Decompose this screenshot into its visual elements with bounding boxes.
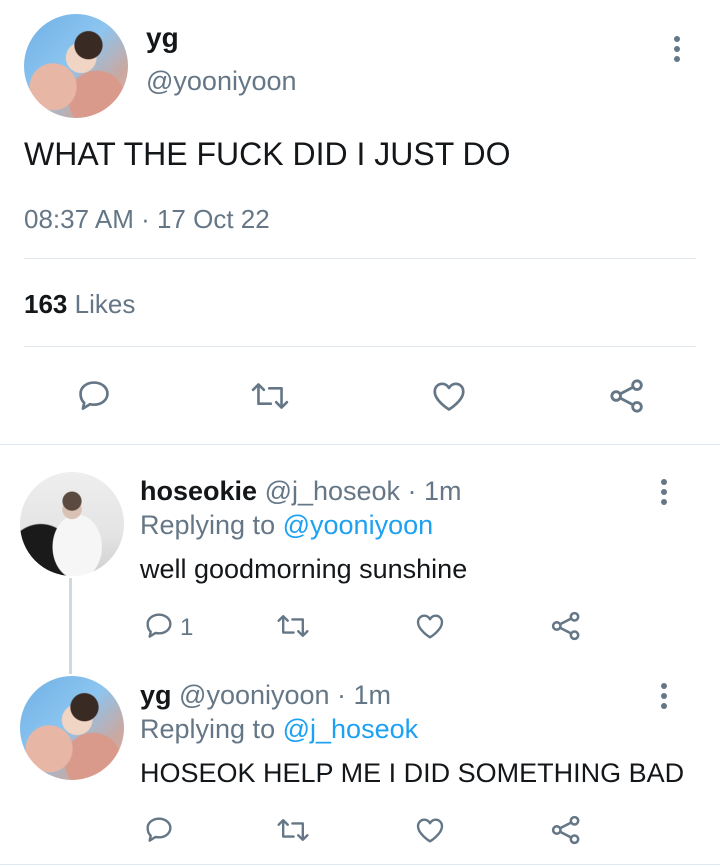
divider <box>24 258 696 259</box>
author-name[interactable]: yg <box>140 680 172 710</box>
likes-stat[interactable]: 163 Likes <box>24 289 135 320</box>
avatar[interactable] <box>20 676 124 780</box>
share-icon[interactable] <box>549 813 583 847</box>
reply-icon[interactable] <box>143 610 175 642</box>
tweet-text: WHAT THE FUCK DID I JUST DO <box>24 136 511 172</box>
like-icon[interactable] <box>413 610 447 642</box>
replying-prefix: Replying to <box>140 510 276 540</box>
reply-count: 1 <box>180 614 194 641</box>
more-options-icon[interactable] <box>661 479 669 509</box>
likes-count: 163 <box>24 289 68 319</box>
avatar[interactable] <box>20 472 124 576</box>
reply-icon[interactable] <box>75 377 113 415</box>
replying-to-link[interactable]: @j_hoseok <box>283 714 419 744</box>
reply-header: yg @yooniyoon · 1m <box>140 680 391 711</box>
thread-line <box>69 578 72 674</box>
reply-icon[interactable] <box>143 814 175 846</box>
divider <box>0 864 720 865</box>
reply-text: well goodmorning sunshine <box>140 554 468 584</box>
author-handle[interactable]: @yooniyoon <box>146 66 297 97</box>
share-icon[interactable] <box>607 376 647 416</box>
author-name[interactable]: hoseokie <box>140 476 257 506</box>
tweet-timestamp[interactable]: 08:37 AM · 17 Oct 22 <box>24 204 270 235</box>
reply-header: hoseokie @j_hoseok · 1m <box>140 476 462 507</box>
retweet-icon[interactable] <box>276 814 310 846</box>
replying-to-link[interactable]: @yooniyoon <box>283 510 434 540</box>
share-icon[interactable] <box>549 609 583 643</box>
replying-to: Replying to @j_hoseok <box>140 714 418 745</box>
author-name[interactable]: yg <box>146 22 179 54</box>
replying-prefix: Replying to <box>140 714 276 744</box>
like-icon[interactable] <box>429 377 469 415</box>
author-handle-time[interactable]: @j_hoseok · 1m <box>265 476 462 506</box>
retweet-icon[interactable] <box>250 377 290 415</box>
likes-label: Likes <box>74 289 136 319</box>
replying-to: Replying to @yooniyoon <box>140 510 433 541</box>
divider <box>0 444 720 445</box>
author-handle-time[interactable]: @yooniyoon · 1m <box>179 680 391 710</box>
avatar[interactable] <box>24 14 128 118</box>
divider <box>24 346 696 347</box>
retweet-icon[interactable] <box>276 610 310 642</box>
reply-text: HOSEOK HELP ME I DID SOMETHING BAD <box>140 758 685 788</box>
like-icon[interactable] <box>413 814 447 846</box>
more-options-icon[interactable] <box>661 683 669 713</box>
more-options-icon[interactable] <box>674 36 682 66</box>
